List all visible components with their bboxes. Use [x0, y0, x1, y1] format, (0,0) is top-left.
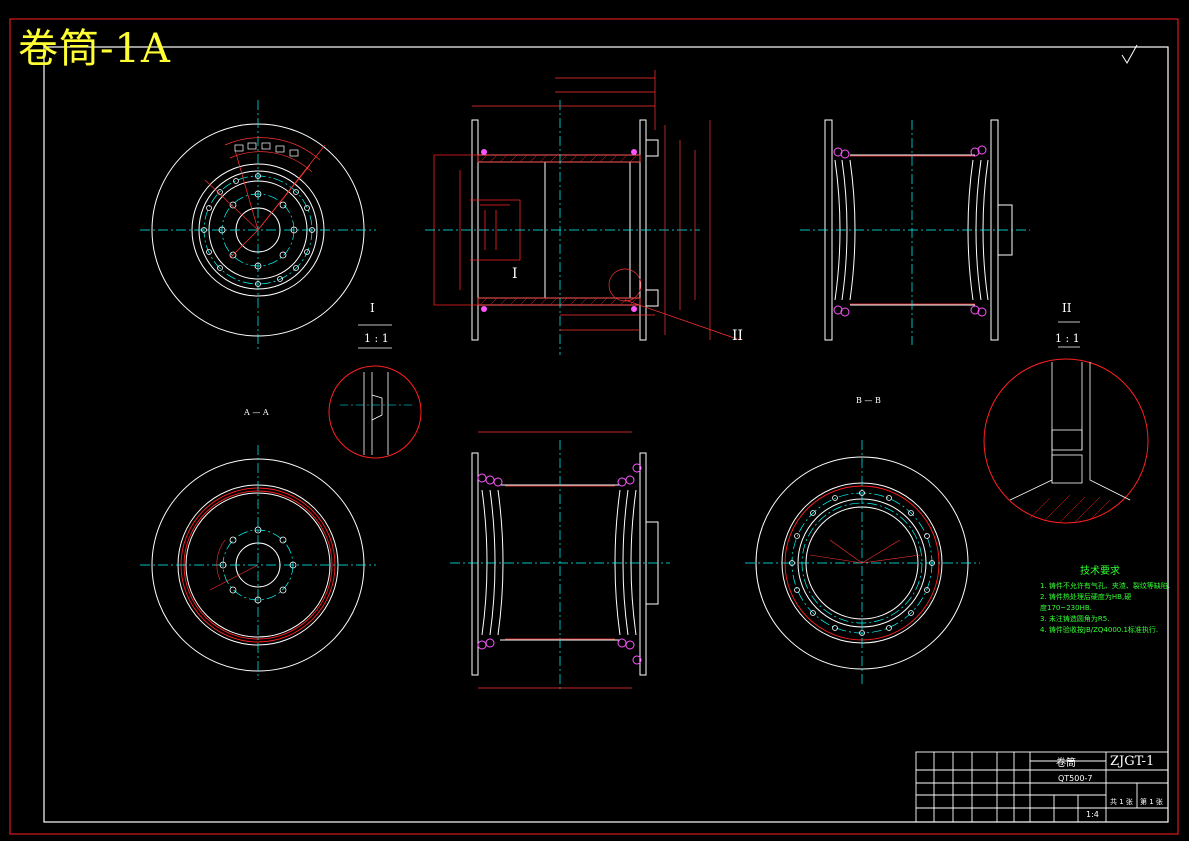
outer-border	[9, 18, 1179, 835]
callout-one: I	[512, 266, 518, 282]
drawing-title: 卷筒-1A	[18, 26, 171, 72]
title-block-part-name: 卷筒	[1056, 758, 1076, 769]
tech-req-item: 1. 铸件不允许有气孔、夹渣、裂纹等缺陷.	[1040, 582, 1171, 590]
section-view-b	[745, 440, 980, 685]
engineering-drawing	[9, 18, 1179, 835]
detail-one-label: I	[370, 301, 375, 315]
tech-req-item: 3. 未注铸造圆角为R5.	[1040, 615, 1110, 623]
title-block-sheet-no: 第 1 张	[1140, 798, 1163, 806]
side-view-top	[800, 119, 1030, 345]
tech-req-item: 度170~230HB.	[1040, 604, 1092, 612]
callout-two: II	[732, 328, 744, 344]
title-block-scale: 1:4	[1086, 810, 1099, 819]
title-block-drawing-no: ZJGT-1	[1110, 754, 1155, 769]
view-aa-label: A — A	[244, 408, 269, 417]
section-view-a	[140, 445, 376, 680]
tech-req-heading: 技术要求	[1080, 566, 1120, 577]
detail-one-scale: 1 : 1	[364, 332, 389, 345]
detail-two-label: II	[1062, 301, 1072, 315]
detail-two-scale: 1 : 1	[1055, 332, 1080, 345]
title-block-sheet-total: 共 1 张	[1110, 798, 1133, 806]
inner-border	[43, 46, 1169, 823]
roughness-symbol	[1121, 44, 1138, 64]
detail-two	[983, 321, 1149, 524]
view-bb-label: B — B	[856, 396, 881, 405]
tech-req-item: 2. 铸件热处理后硬度为HB,硬	[1040, 593, 1132, 601]
front-view-bottom	[450, 431, 670, 690]
tech-req-item: 4. 铸件验收按JB/ZQ4000.1标准执行.	[1040, 626, 1159, 634]
technical-requirements: 技术要求 1. 铸件不允许有气孔、夹渣、裂纹等缺陷. 2. 铸件热处理后硬度为H…	[1040, 566, 1180, 636]
title-block-material: QT500-7	[1058, 774, 1093, 783]
main-section-view	[425, 70, 741, 355]
end-view-front	[140, 100, 376, 350]
